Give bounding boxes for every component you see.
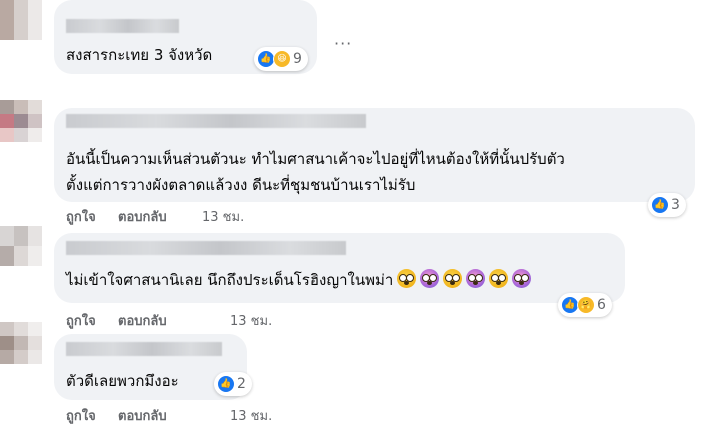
- pleading-purple-emoji: [466, 269, 486, 288]
- reaction-summary[interactable]: 👍 3: [648, 193, 686, 217]
- more-options-icon[interactable]: ···: [334, 34, 352, 53]
- commenter-name[interactable]: [66, 114, 366, 128]
- avatar[interactable]: [0, 0, 42, 40]
- pleading-purple-emoji: [420, 269, 440, 288]
- like-link[interactable]: ถูกใจ: [66, 206, 96, 227]
- pleading-purple-emoji: [512, 269, 532, 288]
- reaction-summary[interactable]: 👍 🤗 6: [558, 293, 612, 317]
- astonished-emoji: [443, 269, 463, 288]
- timestamp[interactable]: 13 ชม.: [202, 206, 244, 227]
- timestamp[interactable]: 13 ชม.: [230, 405, 272, 426]
- reaction-summary[interactable]: 👍 😆 9: [254, 47, 308, 71]
- comment-bubble: อันนี้เป็นความเห็นส่วนตัวนะ ทำไมศาสนาเค้…: [54, 108, 695, 202]
- like-link[interactable]: ถูกใจ: [66, 405, 96, 426]
- astonished-emoji: [489, 269, 509, 288]
- reaction-count: 2: [237, 376, 246, 392]
- haha-icon: 😆: [273, 50, 291, 68]
- comment-text: ไม่เข้าใจศาสนานิเลย นึกถึงประเด็นโรฮิงญา…: [66, 267, 532, 293]
- reply-link[interactable]: ตอบกลับ: [118, 310, 167, 331]
- comment-actions: ถูกใจ ตอบกลับ 13 ชม.: [66, 310, 326, 330]
- comment-bubble: ไม่เข้าใจศาสนานิเลย นึกถึงประเด็นโรฮิงญา…: [54, 233, 625, 303]
- reaction-count: 6: [597, 297, 606, 313]
- reaction-count: 3: [671, 197, 680, 213]
- commenter-name[interactable]: [66, 342, 222, 356]
- reaction-count: 9: [293, 51, 302, 67]
- comment-actions: ถูกใจ ตอบกลับ 13 ชม.: [66, 405, 326, 425]
- reaction-summary[interactable]: 👍 2: [214, 372, 252, 396]
- timestamp[interactable]: 13 ชม.: [230, 310, 272, 331]
- comment-text: ตัวดีเลยพวกมึงอะ: [66, 372, 179, 390]
- comment-text: สงสารกะเทย 3 จังหวัด: [66, 46, 213, 64]
- commenter-name[interactable]: [66, 19, 179, 33]
- astonished-emoji: [397, 269, 417, 288]
- comment-text-line-1: อันนี้เป็นความเห็นส่วนตัวนะ ทำไมศาสนาเค้…: [66, 150, 565, 168]
- avatar[interactable]: [0, 226, 42, 266]
- comment-actions: ถูกใจ ตอบกลับ 13 ชม.: [66, 206, 326, 226]
- care-icon: 🤗: [577, 296, 595, 314]
- comment-text-line-2: ตั้งแต่การวางผังตลาดแล้วงง ดีนะที่ชุมชนบ…: [66, 176, 416, 194]
- like-icon: 👍: [651, 196, 669, 214]
- reply-link[interactable]: ตอบกลับ: [118, 206, 167, 227]
- like-icon: 👍: [217, 375, 235, 393]
- like-link[interactable]: ถูกใจ: [66, 310, 96, 331]
- reply-link[interactable]: ตอบกลับ: [118, 405, 167, 426]
- avatar[interactable]: [0, 322, 42, 364]
- avatar[interactable]: [0, 100, 42, 142]
- commenter-name[interactable]: [66, 241, 346, 255]
